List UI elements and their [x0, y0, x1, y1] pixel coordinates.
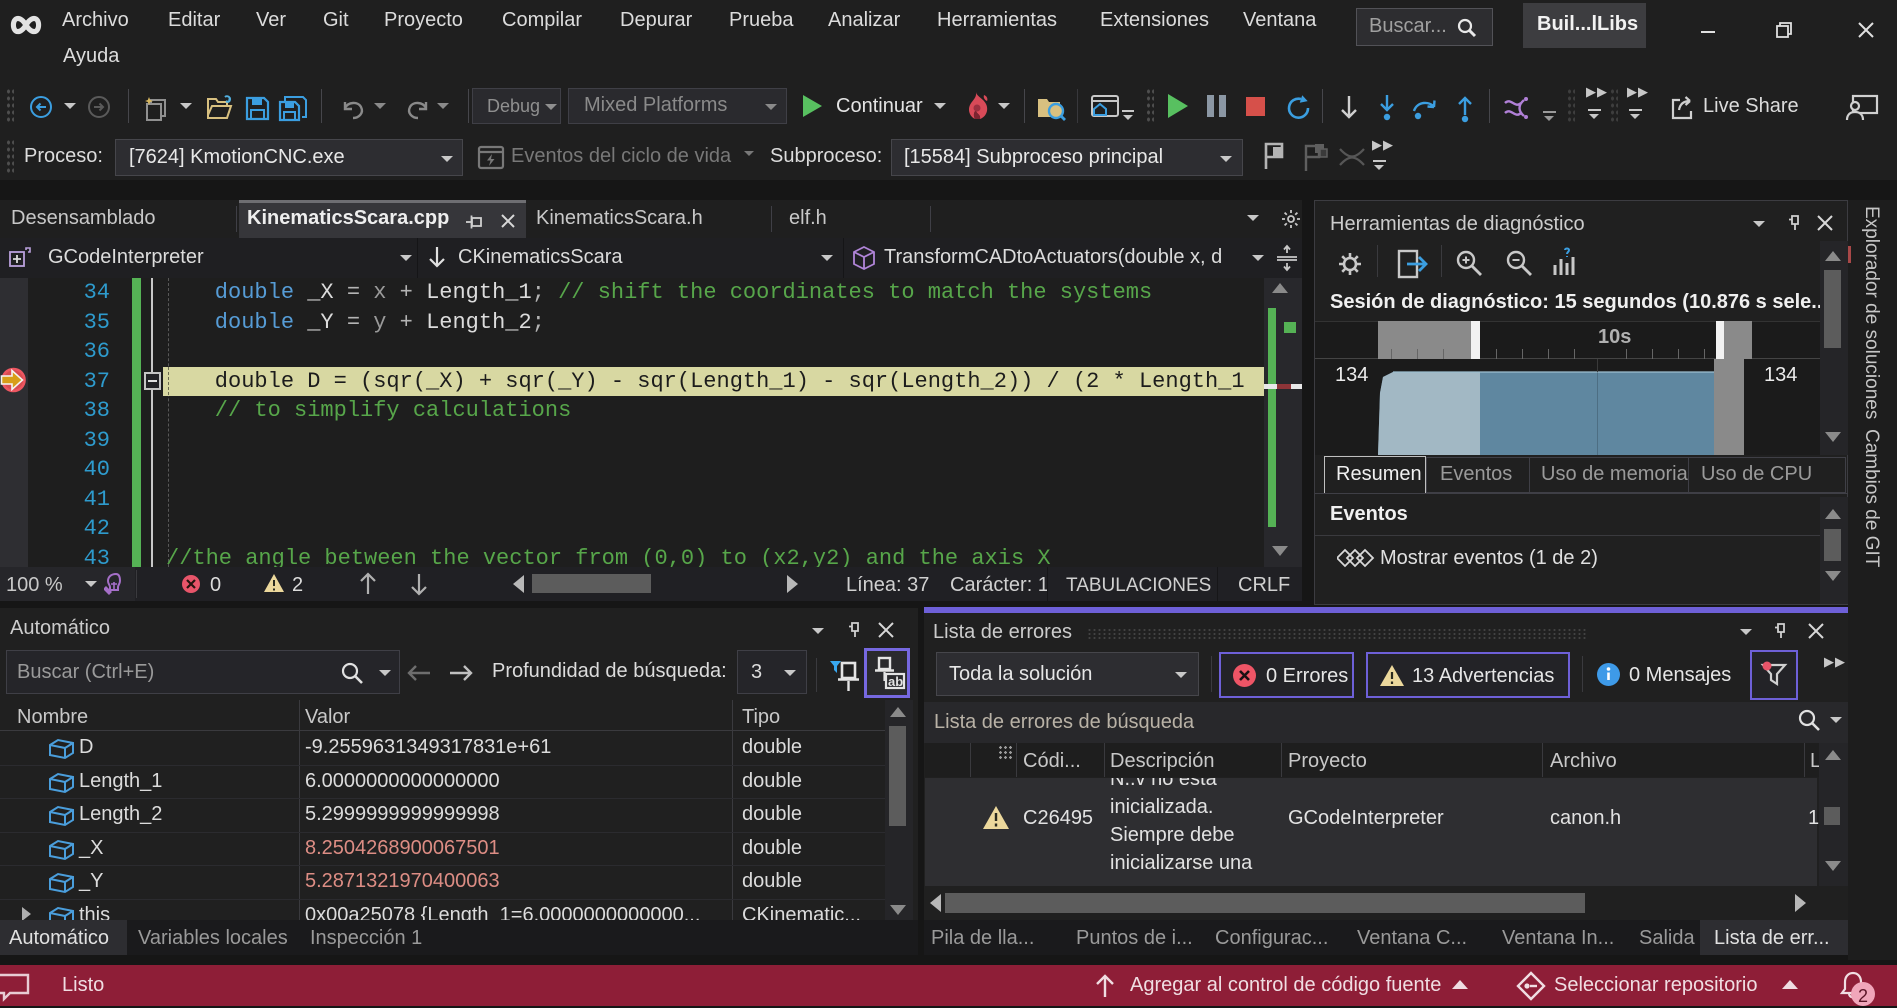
svg-text:ab: ab: [888, 674, 903, 689]
